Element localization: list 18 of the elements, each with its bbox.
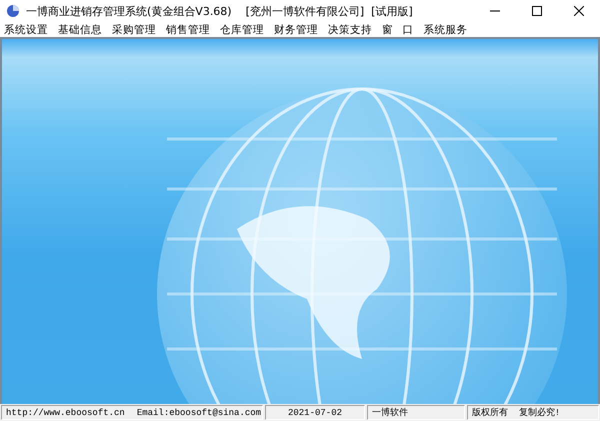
menu-item[interactable]: 窗 口 <box>382 22 414 36</box>
close-icon <box>574 6 584 16</box>
status-text: http://www.eboosoft.cn <box>6 408 125 418</box>
window-title: 一博商业进销存管理系统(黄金组合V3.68) [兖州一博软件有限公司] [试用版] <box>26 4 414 18</box>
menu-item[interactable]: 系统服务 <box>423 22 468 36</box>
app-logo-icon <box>6 4 20 18</box>
menu-item[interactable]: 采购管理 <box>112 22 156 36</box>
menu-item[interactable]: 销售管理 <box>166 22 210 36</box>
status-text: 一博软件 <box>372 406 408 419</box>
maximize-icon <box>532 6 542 16</box>
menu-item[interactable]: 决策支持 <box>328 22 372 36</box>
status-text: 版权所有 复制必究! <box>472 406 560 419</box>
menu-item[interactable]: 财务管理 <box>274 22 318 36</box>
menu-item[interactable]: 系统设置 <box>4 22 48 36</box>
status-text: Email:eboosoft@sina.com <box>136 408 262 418</box>
status-text: 2021-07-02 <box>288 408 342 418</box>
menu-item[interactable]: 仓库管理 <box>220 22 264 36</box>
menu-item[interactable]: 基础信息 <box>58 22 102 36</box>
